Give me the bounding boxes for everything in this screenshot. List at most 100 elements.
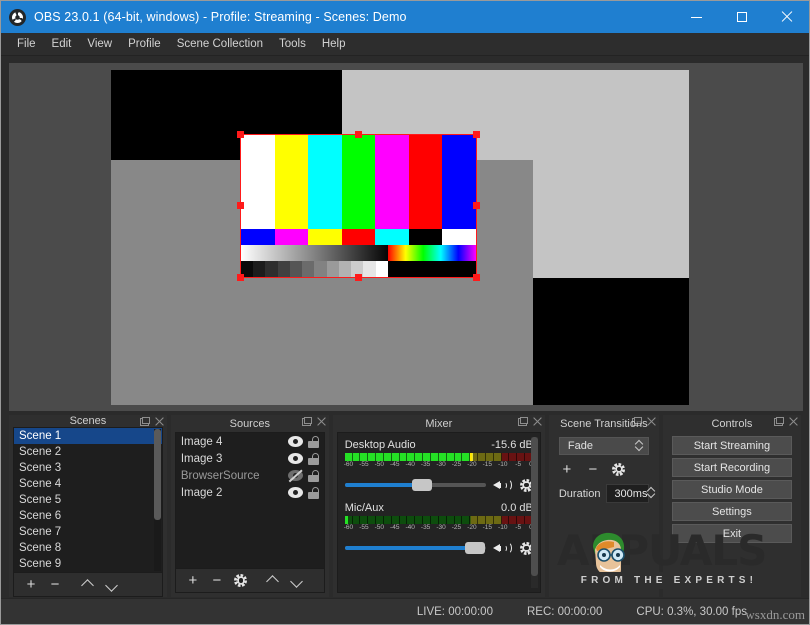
eye-off-icon[interactable] [288, 470, 303, 481]
scenes-list[interactable]: Scene 1 Scene 2 Scene 3 Scene 4 Scene 5 … [14, 428, 162, 572]
dock-scenes-header: Scenes [9, 415, 167, 427]
close-button[interactable] [764, 1, 809, 33]
scene-item-2[interactable]: Scene 2 [14, 444, 162, 460]
unlock-icon[interactable] [308, 470, 319, 482]
move-scene-up-button[interactable] [76, 575, 98, 595]
dock-sources: Sources Image 4 Image 3 [171, 415, 329, 597]
float-icon[interactable] [632, 417, 641, 426]
add-source-button[interactable]: + [182, 571, 204, 591]
move-scene-down-button[interactable] [100, 575, 122, 595]
source-item[interactable]: BrowserSource [176, 467, 324, 484]
maximize-button[interactable] [719, 1, 764, 33]
transition-properties-button[interactable] [611, 459, 627, 479]
handle-middle-right[interactable] [473, 202, 480, 209]
window-title: OBS 23.0.1 (64-bit, windows) - Profile: … [34, 10, 407, 24]
handle-top-left[interactable] [237, 131, 244, 138]
remove-transition-button[interactable]: − [585, 459, 601, 479]
scene-item-6[interactable]: Scene 6 [14, 508, 162, 524]
sources-list[interactable]: Image 4 Image 3 BrowserSource [176, 433, 324, 568]
scene-item-3[interactable]: Scene 3 [14, 460, 162, 476]
float-icon[interactable] [774, 417, 783, 426]
eye-icon[interactable] [288, 436, 303, 447]
channel-name: Desktop Audio [345, 439, 416, 451]
source-item[interactable]: Image 3 [176, 450, 324, 467]
speaker-icon[interactable] [493, 478, 512, 492]
volume-slider-mic-aux[interactable] [345, 541, 486, 555]
float-icon[interactable] [302, 417, 311, 426]
chevron-down-icon [106, 579, 117, 590]
menu-help[interactable]: Help [314, 35, 354, 53]
handle-bottom-left[interactable] [237, 274, 244, 281]
handle-bottom-right[interactable] [473, 274, 480, 281]
selection-box[interactable] [240, 134, 477, 278]
remove-scene-button[interactable]: − [44, 575, 66, 595]
dock-transitions-header: Scene Transitions [549, 415, 659, 432]
settings-button[interactable]: Settings [672, 502, 792, 521]
menu-tools[interactable]: Tools [271, 35, 314, 53]
studio-mode-button[interactable]: Studio Mode [672, 480, 792, 499]
source-item[interactable]: Image 2 [176, 484, 324, 501]
minimize-icon [691, 17, 702, 18]
preview-canvas[interactable] [111, 70, 689, 405]
menu-profile[interactable]: Profile [120, 35, 169, 53]
scene-item-4[interactable]: Scene 4 [14, 476, 162, 492]
dock-mixer-header: Mixer [333, 415, 545, 432]
scenes-scrollbar[interactable] [154, 429, 161, 571]
mixer-scroll-thumb[interactable] [531, 437, 538, 576]
start-recording-button[interactable]: Start Recording [672, 458, 792, 477]
scene-item-8[interactable]: Scene 8 [14, 540, 162, 556]
close-icon[interactable] [789, 417, 798, 426]
menu-file[interactable]: File [9, 35, 44, 53]
close-icon[interactable] [317, 417, 326, 426]
unlock-icon[interactable] [308, 487, 319, 499]
close-icon [781, 11, 793, 23]
cpu-usage: CPU: 0.3%, 30.00 fps [636, 606, 747, 618]
scene-item-5[interactable]: Scene 5 [14, 492, 162, 508]
unlock-icon[interactable] [308, 453, 319, 465]
menu-scene-collection[interactable]: Scene Collection [169, 35, 271, 53]
handle-middle-left[interactable] [237, 202, 244, 209]
live-time: LIVE: 00:00:00 [417, 606, 493, 618]
dock-mixer-title: Mixer [425, 418, 452, 430]
minimize-button[interactable] [674, 1, 719, 33]
handle-top-center[interactable] [355, 131, 362, 138]
close-icon[interactable] [533, 417, 542, 426]
preview-area[interactable] [9, 63, 803, 411]
close-icon[interactable] [647, 417, 656, 426]
source-item[interactable]: Image 4 [176, 433, 324, 450]
menu-edit[interactable]: Edit [44, 35, 80, 53]
speaker-icon[interactable] [493, 541, 512, 555]
dock-controls-header: Controls [663, 415, 801, 432]
meter-scale: -60 -55 -50 -45 -40 -35 -30 -25 -20 -15 … [345, 524, 533, 534]
scene-item-1[interactable]: Scene 1 [14, 428, 162, 444]
remove-source-button[interactable]: − [206, 571, 228, 591]
menu-view[interactable]: View [79, 35, 120, 53]
scene-item-9[interactable]: Scene 9 [14, 556, 162, 572]
channel-level: 0.0 dB [501, 502, 533, 514]
move-source-up-button[interactable] [262, 571, 284, 591]
eye-icon[interactable] [288, 453, 303, 464]
eye-icon[interactable] [288, 487, 303, 498]
add-transition-button[interactable]: + [559, 459, 575, 479]
float-icon[interactable] [140, 417, 149, 426]
move-source-down-button[interactable] [286, 571, 308, 591]
volume-meter [345, 453, 533, 461]
duration-input[interactable]: 300ms [606, 484, 648, 503]
duration-value: 300ms [614, 488, 647, 500]
float-icon[interactable] [518, 417, 527, 426]
scene-item-7[interactable]: Scene 7 [14, 524, 162, 540]
exit-button[interactable]: Exit [672, 524, 792, 543]
mixer-scrollbar[interactable] [531, 437, 538, 588]
chevron-down-icon [291, 575, 302, 586]
scenes-scroll-thumb[interactable] [154, 429, 161, 520]
transition-select[interactable]: Fade [559, 437, 649, 455]
handle-bottom-center[interactable] [355, 274, 362, 281]
dock-sources-body: Image 4 Image 3 BrowserSource [175, 432, 325, 593]
source-properties-button[interactable] [230, 571, 252, 591]
close-icon[interactable] [155, 417, 164, 426]
handle-top-right[interactable] [473, 131, 480, 138]
volume-slider-desktop-audio[interactable] [345, 478, 486, 492]
add-scene-button[interactable]: + [20, 575, 42, 595]
unlock-icon[interactable] [308, 436, 319, 448]
start-streaming-button[interactable]: Start Streaming [672, 436, 792, 455]
